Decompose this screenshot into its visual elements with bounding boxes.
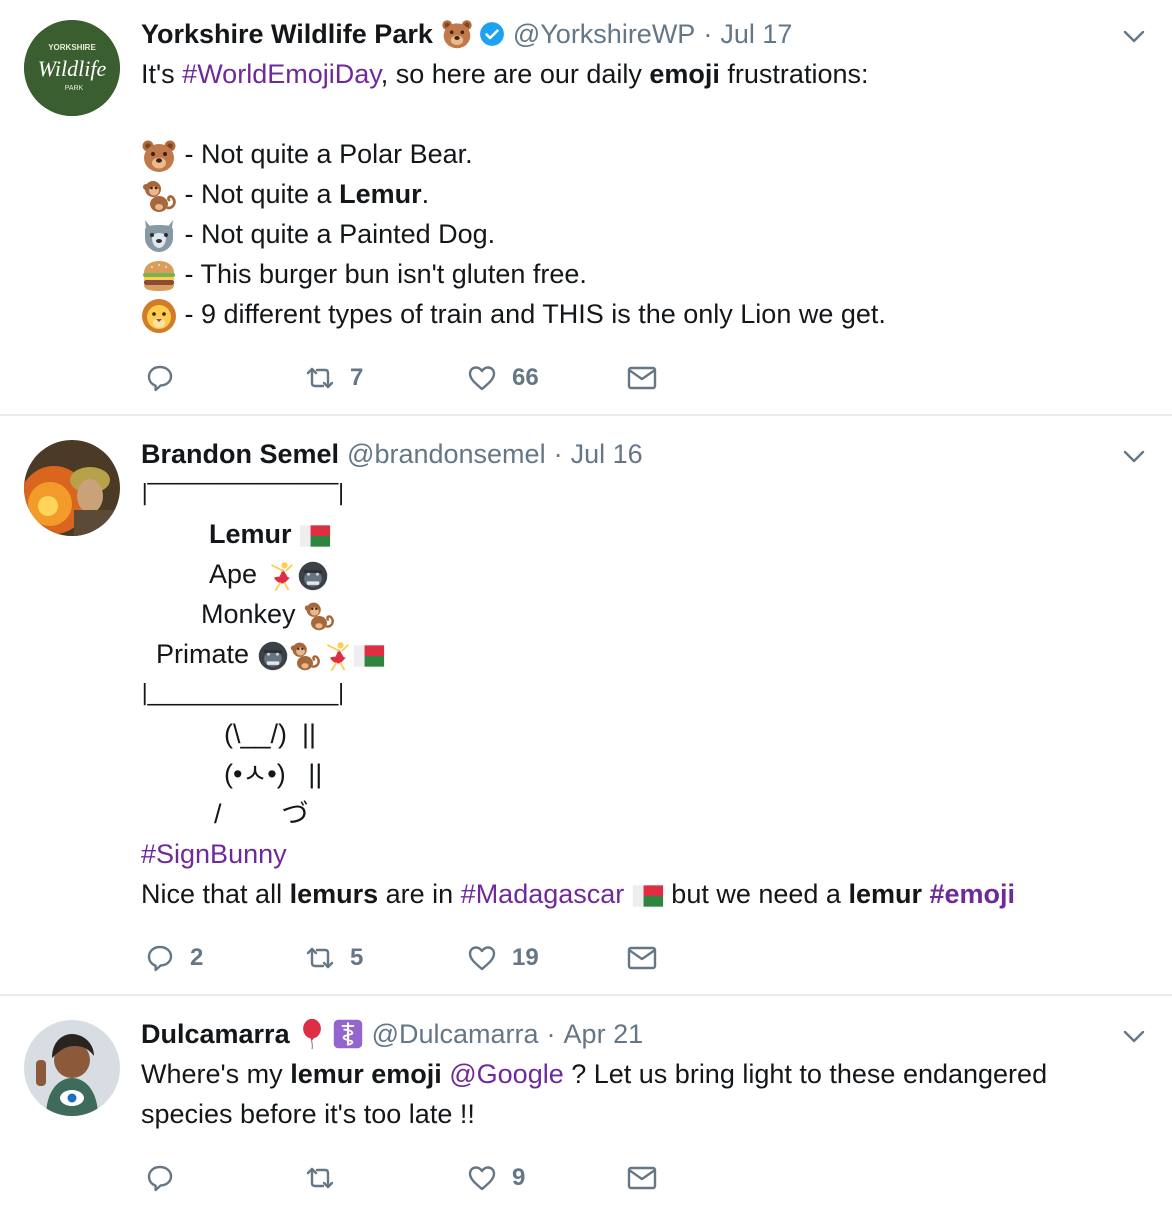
avatar-logo-line2: Wildlife xyxy=(38,56,107,81)
reply-icon xyxy=(144,362,176,394)
bear-emoji xyxy=(441,18,473,50)
separator-dot: · xyxy=(546,1018,556,1049)
tweet-text-line: - 9 different types of train and THIS is… xyxy=(141,296,886,334)
verified-badge-icon xyxy=(479,22,504,46)
tweet-text-line: Where's my lemur emoji @Google ? Let us … xyxy=(141,1059,1048,1089)
balloon-emoji xyxy=(296,1018,328,1050)
dancer-emoji xyxy=(265,560,297,592)
tweet-text-line: |‾‾‾‾‾‾‾‾‾‾‾‾‾‾‾‾‾‾‾| xyxy=(141,481,345,506)
direct-message-button[interactable] xyxy=(626,938,658,978)
avatar[interactable] xyxy=(24,440,120,536)
timestamp[interactable]: Jul 17 xyxy=(720,19,792,50)
chevron-down-icon[interactable] xyxy=(1122,24,1146,48)
wolf-emoji xyxy=(141,218,177,254)
reply-button[interactable] xyxy=(144,358,190,398)
monkey-emoji xyxy=(289,640,321,672)
envelope-icon xyxy=(626,942,658,974)
username[interactable]: @brandonsemel xyxy=(347,439,546,470)
separator-dot: · xyxy=(703,18,713,49)
tweet-text-line: species before it's too late !! xyxy=(141,1099,475,1129)
mention-link[interactable]: @Google xyxy=(449,1059,563,1089)
dancer-emoji xyxy=(321,640,353,672)
tweet-text-line: - Not quite a Painted Dog. xyxy=(141,216,495,254)
tweet-header: Brandon Semel @brandonsemel · Jul 16 xyxy=(141,436,643,472)
chevron-down-icon[interactable] xyxy=(1122,1024,1146,1048)
username[interactable]: @Dulcamarra xyxy=(372,1019,539,1050)
heart-icon xyxy=(466,362,498,394)
timestamp[interactable]: Jul 16 xyxy=(571,439,643,470)
hashtag-link[interactable]: #emoji xyxy=(929,879,1015,909)
tweet-text-line: It's #WorldEmojiDay, so here are our dai… xyxy=(141,59,869,89)
tweet-header: Yorkshire Wildlife Park @YorkshireWP · J… xyxy=(141,16,792,52)
monkey-emoji xyxy=(303,600,335,632)
timestamp[interactable]: Apr 21 xyxy=(564,1019,644,1050)
tweet-text-line: (\__/) || xyxy=(224,719,317,749)
tweet-text-line: Ape xyxy=(209,556,329,592)
retweet-icon xyxy=(304,362,336,394)
retweet-icon xyxy=(304,942,336,974)
tweet-text-line: Nice that all lemurs are in #Madagascar … xyxy=(141,876,1015,912)
retweet-button[interactable] xyxy=(304,1158,350,1198)
tweet-text-line: - Not quite a Polar Bear. xyxy=(141,136,473,174)
hashtag-link[interactable]: #Madagascar xyxy=(461,879,625,909)
like-button[interactable]: 66 xyxy=(466,358,539,398)
tweet-text-line: - This burger bun isn't gluten free. xyxy=(141,256,587,294)
reply-icon xyxy=(144,1162,176,1194)
display-name[interactable]: Yorkshire Wildlife Park xyxy=(141,19,433,50)
tweet-text-line: / づ xyxy=(214,799,309,829)
hashtag-link[interactable]: #WorldEmojiDay xyxy=(182,59,381,89)
medical-symbol-emoji xyxy=(332,1018,364,1050)
tweet-text-line: Monkey xyxy=(201,596,335,632)
reply-button[interactable] xyxy=(144,1158,190,1198)
lion-emoji xyxy=(141,298,177,334)
hashtag-link[interactable]: #SignBunny xyxy=(141,839,287,869)
display-name[interactable]: Dulcamarra xyxy=(141,1019,290,1050)
madagascar-flag-emoji xyxy=(299,520,331,552)
heart-icon xyxy=(466,1162,498,1194)
tweet-header: Dulcamarra @Dulcamarra · Apr 21 xyxy=(141,1016,643,1052)
username[interactable]: @YorkshireWP xyxy=(513,19,695,50)
heart-icon xyxy=(466,942,498,974)
tweet-text-line: (•ㅅ•) || xyxy=(224,759,323,789)
tweet-text-line: |___________________| xyxy=(141,681,345,706)
avatar-logo-line3: PARK xyxy=(65,85,84,92)
tweet-text-line: - Not quite a Lemur. xyxy=(141,176,429,214)
tweet-actions: 9 xyxy=(144,1158,664,1198)
reply-button[interactable]: 2 xyxy=(144,938,203,978)
tweet-text-line: #SignBunny xyxy=(141,836,287,872)
direct-message-button[interactable] xyxy=(626,358,658,398)
direct-message-button[interactable] xyxy=(626,1158,658,1198)
avatar[interactable]: YORKSHIRE Wildlife PARK xyxy=(24,20,120,116)
tweet-actions: 7 66 xyxy=(144,358,664,398)
tweet-actions: 2 5 19 xyxy=(144,938,664,978)
retweet-button[interactable]: 7 xyxy=(304,358,363,398)
chevron-down-icon[interactable] xyxy=(1122,444,1146,468)
like-button[interactable]: 19 xyxy=(466,938,539,978)
tweet-text-line: Lemur xyxy=(209,516,331,552)
tweet-text-line: Primate xyxy=(156,636,385,672)
retweet-button[interactable]: 5 xyxy=(304,938,363,978)
gorilla-emoji xyxy=(257,640,289,672)
burger-emoji xyxy=(141,258,177,294)
madagascar-flag-emoji xyxy=(632,880,664,912)
envelope-icon xyxy=(626,1162,658,1194)
reply-icon xyxy=(144,942,176,974)
avatar[interactable] xyxy=(24,1020,120,1116)
bear-emoji xyxy=(141,138,177,174)
retweet-icon xyxy=(304,1162,336,1194)
like-button[interactable]: 9 xyxy=(466,1158,525,1198)
tweet-divider xyxy=(0,414,1172,416)
tweet-divider xyxy=(0,994,1172,996)
madagascar-flag-emoji xyxy=(353,640,385,672)
gorilla-emoji xyxy=(297,560,329,592)
display-name[interactable]: Brandon Semel xyxy=(141,439,339,470)
separator-dot: · xyxy=(553,438,563,469)
monkey-emoji xyxy=(141,178,177,214)
avatar-logo-line1: YORKSHIRE xyxy=(48,43,96,52)
envelope-icon xyxy=(626,362,658,394)
